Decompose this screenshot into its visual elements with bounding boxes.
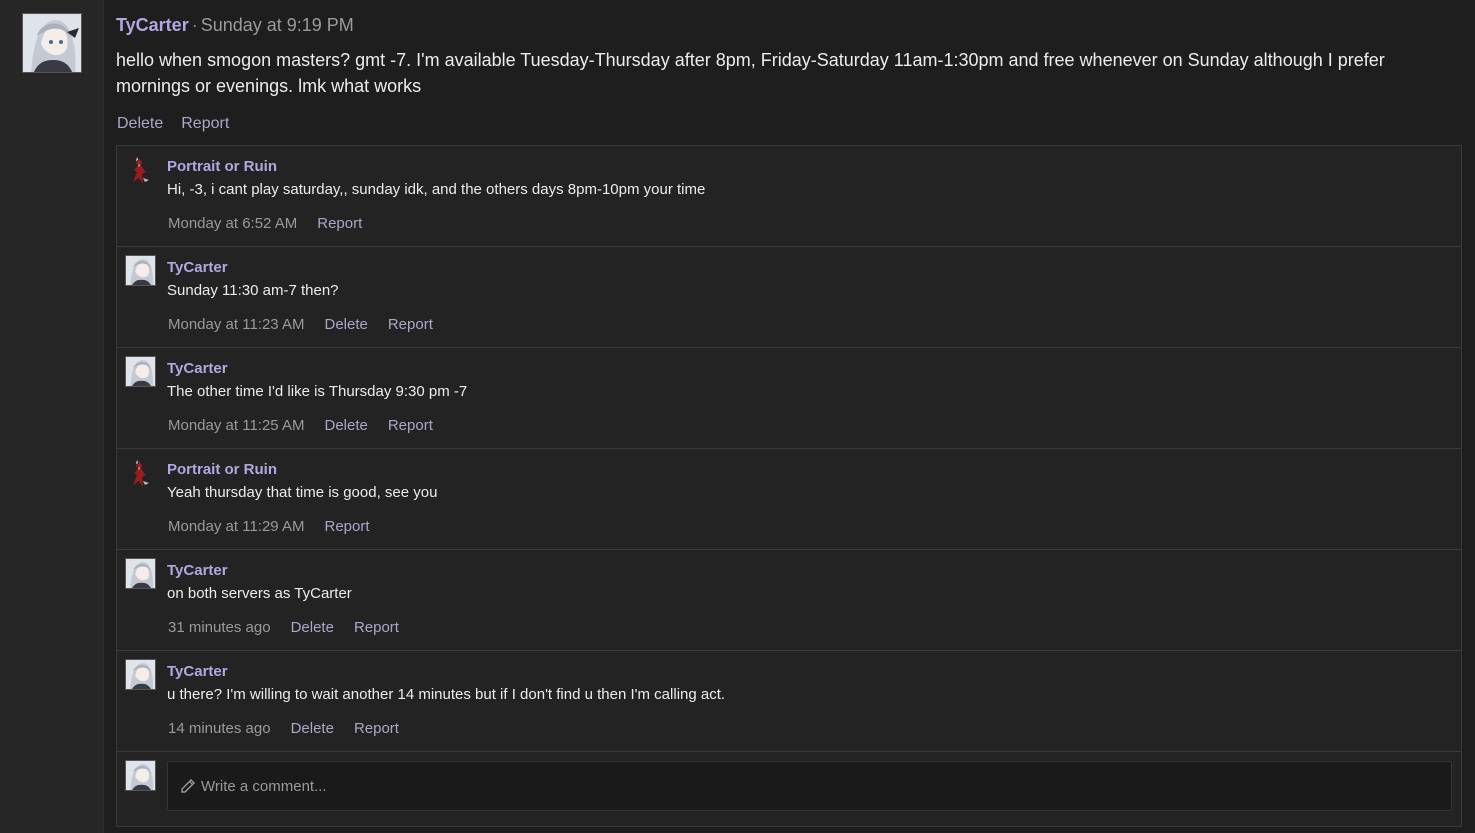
comment-report-link[interactable]: Report — [388, 316, 433, 333]
comment-timestamp[interactable]: 31 minutes ago — [168, 619, 271, 636]
comment-report-link[interactable]: Report — [354, 720, 399, 737]
comment-report-link[interactable]: Report — [317, 215, 362, 232]
comment-report-link[interactable]: Report — [324, 518, 369, 535]
post-body: hello when smogon masters? gmt -7. I'm a… — [116, 50, 1385, 96]
comment-avatar[interactable] — [125, 154, 156, 185]
comment-item: Portrait or Ruin Hi, -3, i cant play sat… — [117, 146, 1461, 247]
comment-author-link[interactable]: TyCarter — [167, 562, 228, 579]
comment-composer: Write a comment... — [117, 752, 1461, 826]
left-rail — [0, 0, 104, 833]
comment-author-link[interactable]: TyCarter — [167, 663, 228, 680]
composer-avatar — [125, 760, 156, 791]
comment-delete-link[interactable]: Delete — [324, 316, 367, 333]
comment-meta: Monday at 6:52 AM Report — [168, 215, 382, 232]
post-actions: Delete Report — [116, 115, 246, 133]
comment-timestamp[interactable]: 14 minutes ago — [168, 720, 271, 737]
comment-avatar[interactable] — [125, 659, 156, 690]
comment-text: Sunday 11:30 am-7 then? — [167, 282, 339, 299]
post-report-link[interactable]: Report — [181, 115, 229, 132]
comment-text: Yeah thursday that time is good, see you — [167, 484, 438, 501]
comment-timestamp[interactable]: Monday at 11:25 AM — [168, 417, 304, 434]
comment-text: u there? I'm willing to wait another 14 … — [167, 686, 726, 703]
comment-delete-link[interactable]: Delete — [291, 720, 334, 737]
comment-list: Portrait or Ruin Hi, -3, i cant play sat… — [116, 145, 1462, 827]
comment-item: TyCarter Sunday 11:30 am-7 then? Monday … — [117, 247, 1461, 348]
comment-avatar[interactable] — [125, 457, 156, 488]
comment-timestamp[interactable]: Monday at 11:23 AM — [168, 316, 304, 333]
comment-item: TyCarter The other time I'd like is Thur… — [117, 348, 1461, 449]
comment-item: TyCarter u there? I'm willing to wait an… — [117, 651, 1461, 752]
comment-avatar[interactable] — [125, 255, 156, 286]
comment-meta: 31 minutes ago Delete Report — [168, 619, 419, 636]
comment-input[interactable]: Write a comment... — [167, 761, 1452, 811]
comment-input-placeholder: Write a comment... — [201, 777, 327, 795]
comment-author-link[interactable]: TyCarter — [167, 259, 228, 276]
comment-avatar[interactable] — [125, 356, 156, 387]
comment-timestamp[interactable]: Monday at 11:29 AM — [168, 518, 304, 535]
comment-meta: 14 minutes ago Delete Report — [168, 720, 419, 737]
comment-item: Portrait or Ruin Yeah thursday that time… — [117, 449, 1461, 550]
header-separator: · — [191, 15, 198, 35]
comment-author-link[interactable]: Portrait or Ruin — [167, 461, 277, 478]
comment-text: Hi, -3, i cant play saturday,, sunday id… — [167, 181, 706, 198]
comment-text: The other time I'd like is Thursday 9:30… — [167, 383, 468, 400]
post-delete-link[interactable]: Delete — [117, 115, 163, 132]
post-timestamp[interactable]: Sunday at 9:19 PM — [201, 15, 354, 35]
post-header: TyCarter · Sunday at 9:19 PM — [116, 15, 354, 36]
comment-item: TyCarter on both servers as TyCarter 31 … — [117, 550, 1461, 651]
comment-meta: Monday at 11:23 AM Delete Report — [168, 316, 453, 333]
comment-author-link[interactable]: TyCarter — [167, 360, 228, 377]
post-author-link[interactable]: TyCarter — [116, 15, 189, 35]
comment-report-link[interactable]: Report — [388, 417, 433, 434]
comment-avatar[interactable] — [125, 558, 156, 589]
pencil-icon — [181, 779, 195, 793]
comment-timestamp[interactable]: Monday at 6:52 AM — [168, 215, 297, 232]
comment-delete-link[interactable]: Delete — [291, 619, 334, 636]
comment-author-link[interactable]: Portrait or Ruin — [167, 158, 277, 175]
comment-text: on both servers as TyCarter — [167, 585, 352, 602]
profile-post-page: TyCarter · Sunday at 9:19 PM hello when sm… — [0, 0, 1475, 833]
comment-delete-link[interactable]: Delete — [324, 417, 367, 434]
comment-meta: Monday at 11:25 AM Delete Report — [168, 417, 453, 434]
comment-meta: Monday at 11:29 AM Report — [168, 518, 390, 535]
comment-report-link[interactable]: Report — [354, 619, 399, 636]
post-author-avatar[interactable] — [22, 13, 82, 73]
